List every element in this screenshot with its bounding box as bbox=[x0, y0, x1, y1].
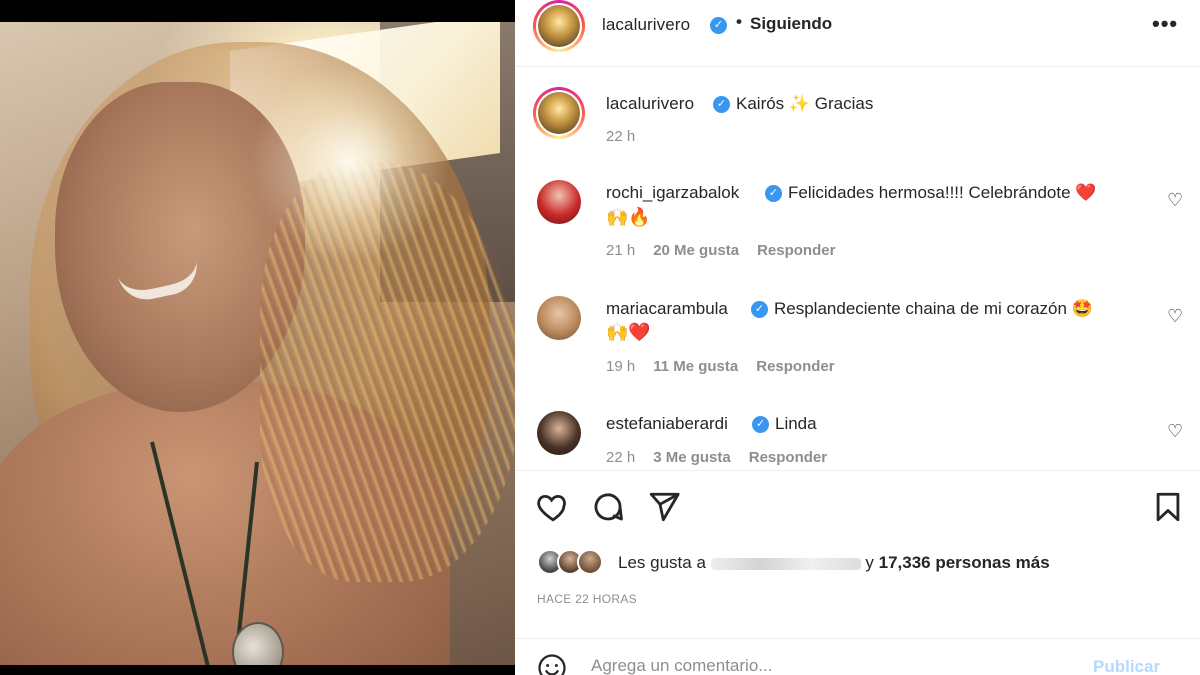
publish-button[interactable]: Publicar bbox=[1093, 657, 1160, 675]
comment-item: estefaniaberardi ✓ Linda 22 h 3 Me gusta R… bbox=[515, 401, 1200, 501]
comment-meta: 22 h 3 Me gusta Responder bbox=[606, 449, 827, 466]
comment-username[interactable]: estefaniaberardi bbox=[606, 414, 728, 434]
comment-likes[interactable]: 20 Me gusta bbox=[653, 242, 739, 259]
comment-item: mariacarambula ✓ Resplandeciente chaina … bbox=[515, 286, 1200, 386]
comment-avatar[interactable] bbox=[537, 411, 581, 455]
post-timestamp[interactable]: HACE 22 HORAS bbox=[537, 592, 637, 606]
post-side-panel: lacalurivero ✓ • Siguiendo ••• lacaluriv… bbox=[515, 0, 1200, 675]
comment-username[interactable]: rochi_igarzabalok bbox=[606, 183, 739, 203]
caption-text: Kairós ✨ Gracias bbox=[736, 94, 874, 113]
header-avatar[interactable] bbox=[533, 0, 585, 52]
verified-badge-icon: ✓ bbox=[765, 185, 782, 202]
verified-badge-icon: ✓ bbox=[751, 301, 768, 318]
comment-input[interactable] bbox=[591, 653, 1071, 675]
caption-avatar[interactable] bbox=[533, 87, 585, 139]
likes-conjunction: y bbox=[865, 553, 874, 572]
caption-username[interactable]: lacalurivero bbox=[606, 94, 694, 114]
likes-summary[interactable]: Les gusta a y 17,336 personas más bbox=[618, 553, 1050, 573]
comment-avatar[interactable] bbox=[537, 296, 581, 340]
verified-badge-icon: ✓ bbox=[710, 17, 727, 34]
comment-item: rochi_igarzabalok ✓ Felicidades hermosa!… bbox=[515, 170, 1200, 270]
verified-badge-icon: ✓ bbox=[713, 96, 730, 113]
emoji-icon[interactable] bbox=[537, 653, 567, 675]
comment-time[interactable]: 22 h bbox=[606, 449, 635, 466]
likes-count[interactable]: 17,336 personas más bbox=[879, 553, 1050, 572]
verified-badge-icon: ✓ bbox=[752, 416, 769, 433]
comment-username[interactable]: mariacarambula bbox=[606, 299, 728, 319]
comment-icon[interactable] bbox=[591, 490, 627, 526]
post-header: lacalurivero ✓ • Siguiendo ••• bbox=[515, 0, 1200, 67]
reply-button[interactable]: Responder bbox=[756, 358, 834, 375]
comment-like-heart-icon[interactable]: ♡ bbox=[1167, 421, 1183, 442]
comment-composer: Publicar bbox=[515, 638, 1200, 675]
comment-text: Linda bbox=[775, 414, 817, 433]
comment-emoji-line: 🙌❤️ bbox=[606, 322, 651, 342]
likes-prefix: Les gusta a bbox=[618, 553, 706, 572]
header-username[interactable]: lacalurivero bbox=[602, 15, 690, 35]
heart-icon[interactable] bbox=[536, 490, 572, 526]
reply-button[interactable]: Responder bbox=[757, 242, 835, 259]
comment-avatar[interactable] bbox=[537, 180, 581, 224]
send-icon[interactable] bbox=[647, 490, 683, 526]
comment-meta: 19 h 11 Me gusta Responder bbox=[606, 358, 835, 375]
comment-like-heart-icon[interactable]: ♡ bbox=[1167, 190, 1183, 211]
divider bbox=[515, 470, 1200, 471]
comment-like-heart-icon[interactable]: ♡ bbox=[1167, 306, 1183, 327]
comment-text: Resplandeciente chaina de mi corazón 🤩 bbox=[774, 299, 1093, 318]
bookmark-icon[interactable] bbox=[1151, 490, 1187, 526]
header-separator: • bbox=[736, 12, 742, 31]
post-photo[interactable] bbox=[0, 22, 515, 665]
comment-likes[interactable]: 3 Me gusta bbox=[653, 449, 731, 466]
comment-emoji-line: 🙌🔥 bbox=[606, 207, 651, 227]
more-options-icon[interactable]: ••• bbox=[1152, 13, 1178, 35]
comment-time[interactable]: 19 h bbox=[606, 358, 635, 375]
sun-flare bbox=[250, 62, 450, 262]
comment-meta: 21 h 20 Me gusta Responder bbox=[606, 242, 835, 259]
reply-button[interactable]: Responder bbox=[749, 449, 827, 466]
comment-text: Felicidades hermosa!!!! Celebrándote ❤️ bbox=[788, 183, 1097, 202]
following-button[interactable]: Siguiendo bbox=[750, 14, 832, 34]
comment-likes[interactable]: 11 Me gusta bbox=[653, 358, 738, 375]
blurred-username bbox=[710, 557, 861, 570]
caption-time[interactable]: 22 h bbox=[606, 128, 635, 145]
comment-time[interactable]: 21 h bbox=[606, 242, 635, 259]
